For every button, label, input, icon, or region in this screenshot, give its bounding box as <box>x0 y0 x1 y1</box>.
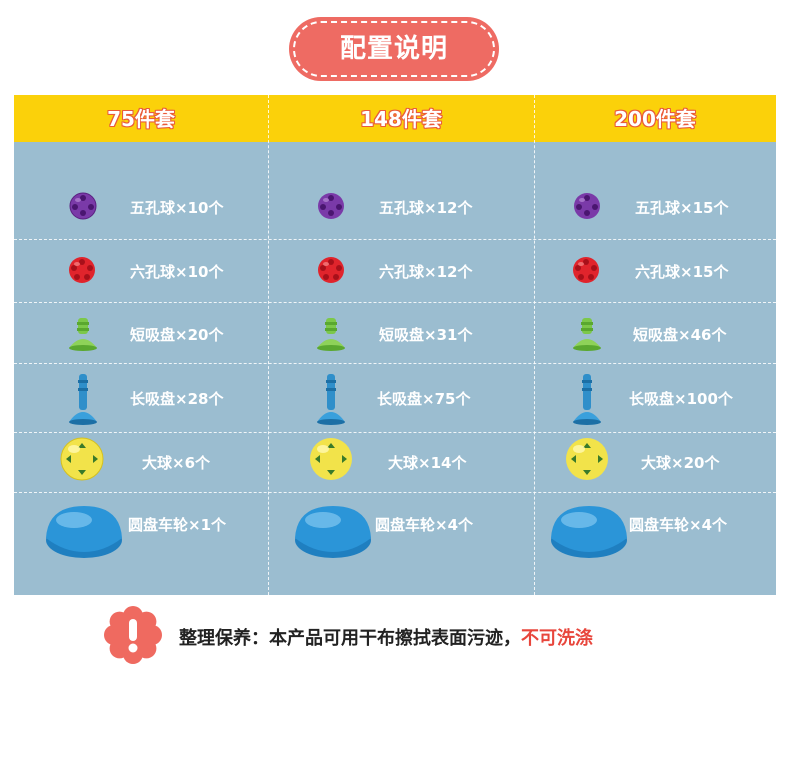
green-short-suction-cup-icon <box>66 316 100 356</box>
configuration-table: 75件套 148件套 200件套 五孔球×10个 六孔球×10个 短吸盘×20个… <box>14 95 776 595</box>
item-label: 五孔球×10个 <box>130 199 224 217</box>
page-title: 配置说明 <box>339 34 448 64</box>
blue-long-suction-cup-icon <box>570 372 604 430</box>
item-label: 长吸盘×100个 <box>629 390 733 408</box>
table-header-row: 75件套 148件套 200件套 <box>14 95 776 142</box>
item-label: 六孔球×12个 <box>379 263 473 281</box>
column-header-200: 200件套 <box>614 107 696 131</box>
row-divider <box>14 302 776 303</box>
item-label: 大球×14个 <box>388 454 467 472</box>
purple-five-hole-ball-icon <box>68 191 98 225</box>
title-badge: 配置说明 <box>289 17 499 81</box>
care-note: 整理保养：本产品可用干布擦拭表面污迹，不可洗涤 <box>104 606 704 664</box>
row-divider <box>14 363 776 364</box>
item-label: 大球×20个 <box>641 454 720 472</box>
column-divider <box>534 95 535 595</box>
item-label: 五孔球×15个 <box>635 199 729 217</box>
yellow-big-ball-icon <box>59 436 105 486</box>
warning-flower-icon <box>104 606 162 668</box>
blue-long-suction-cup-icon <box>314 372 348 430</box>
item-label: 短吸盘×46个 <box>633 326 727 344</box>
red-six-hole-ball-icon <box>67 255 97 289</box>
column-header-75: 75件套 <box>107 107 175 131</box>
item-label: 短吸盘×20个 <box>130 326 224 344</box>
blue-disc-wheel-icon <box>44 500 124 564</box>
item-label: 圆盘车轮×1个 <box>128 516 227 534</box>
column-header-148: 148件套 <box>360 107 442 131</box>
item-label: 圆盘车轮×4个 <box>375 516 474 534</box>
row-divider <box>14 239 776 240</box>
item-label: 五孔球×12个 <box>379 199 473 217</box>
row-divider <box>14 432 776 433</box>
red-six-hole-ball-icon <box>571 255 601 289</box>
item-label: 短吸盘×31个 <box>379 326 473 344</box>
item-label: 六孔球×10个 <box>130 263 224 281</box>
blue-disc-wheel-icon <box>293 500 373 564</box>
green-short-suction-cup-icon <box>570 316 604 356</box>
green-short-suction-cup-icon <box>314 316 348 356</box>
column-divider <box>268 95 269 595</box>
purple-five-hole-ball-icon <box>572 191 602 225</box>
item-label: 圆盘车轮×4个 <box>629 516 728 534</box>
item-label: 长吸盘×28个 <box>130 390 224 408</box>
purple-five-hole-ball-icon <box>316 191 346 225</box>
item-label: 长吸盘×75个 <box>377 390 471 408</box>
blue-disc-wheel-icon <box>549 500 629 564</box>
care-note-text: 整理保养：本产品可用干布擦拭表面污迹， <box>179 628 521 649</box>
row-divider <box>14 492 776 493</box>
no-wash-warning: 不可洗涤 <box>521 628 593 649</box>
item-label: 六孔球×15个 <box>635 263 729 281</box>
blue-long-suction-cup-icon <box>66 372 100 430</box>
item-label: 大球×6个 <box>142 454 211 472</box>
yellow-big-ball-icon <box>308 436 354 486</box>
red-six-hole-ball-icon <box>316 255 346 289</box>
yellow-big-ball-icon <box>564 436 610 486</box>
